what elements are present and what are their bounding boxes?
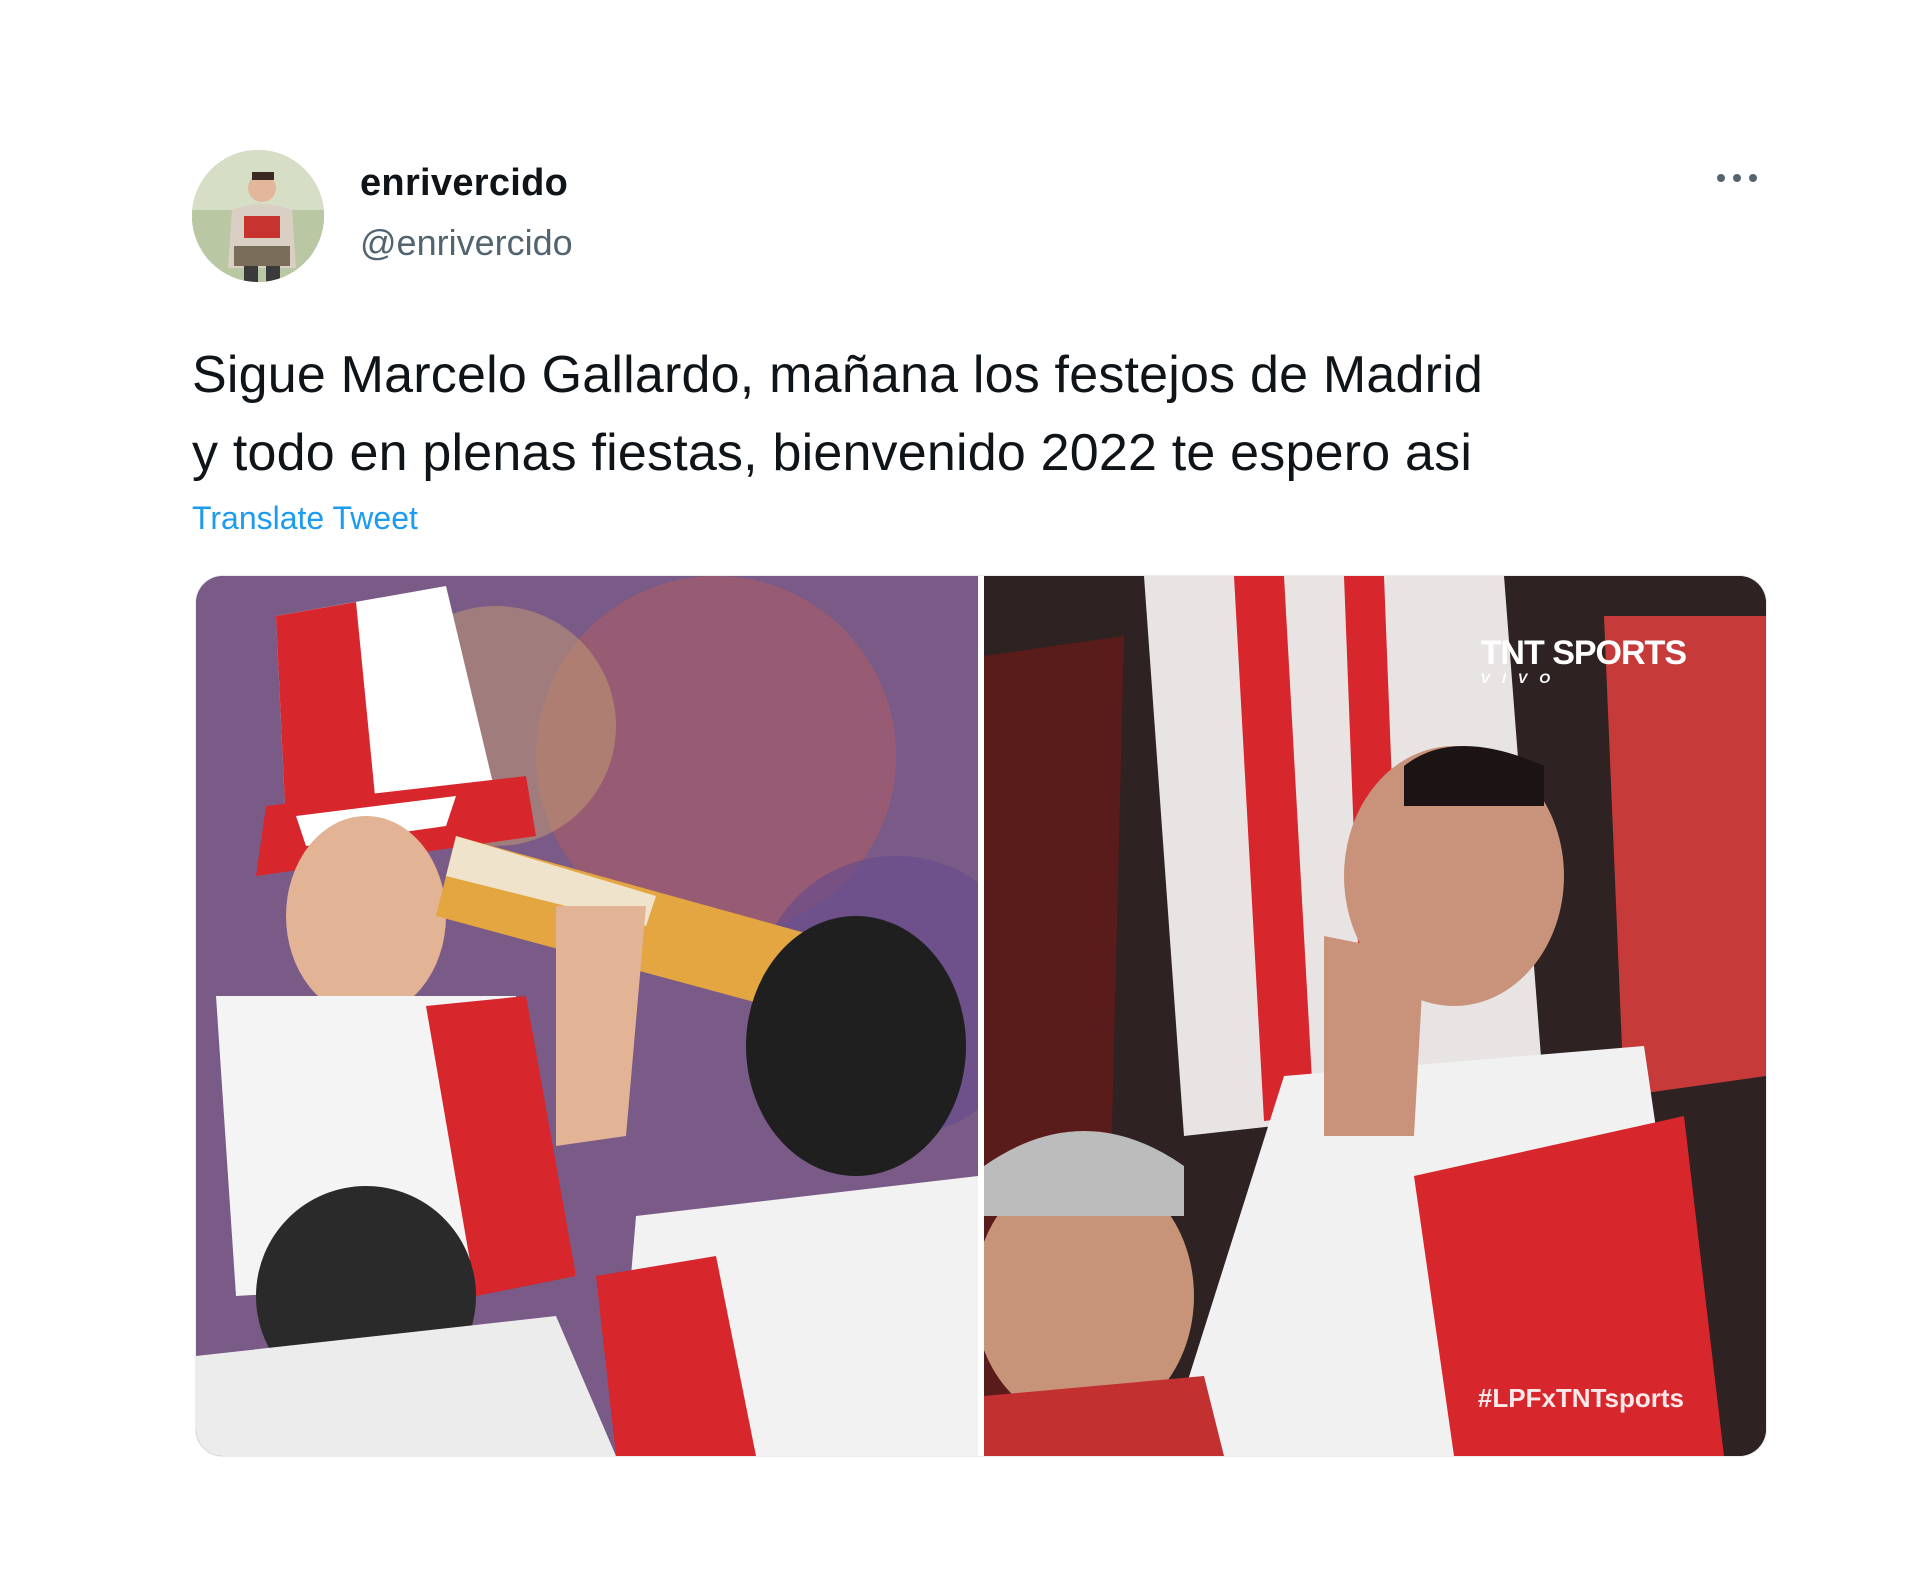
avatar[interactable] [192, 150, 324, 282]
tweet-text: Sigue Marcelo Gallardo, mañana los feste… [192, 336, 1762, 492]
tweet-text-line: Sigue Marcelo Gallardo, mañana los feste… [192, 346, 1484, 404]
tweet-text-line: y todo en plenas fiestas, bienvenido 202… [192, 424, 1473, 482]
broadcast-hashtag: #LPFxTNTsports [1477, 1383, 1684, 1413]
media-grid: TNT SPORTS VIVO #LPFxTNTsports [195, 575, 1767, 1457]
media-image-left[interactable] [196, 576, 978, 1456]
translate-tweet-link[interactable]: Translate Tweet [192, 500, 418, 537]
avatar-image [192, 150, 324, 282]
media-image-right[interactable]: TNT SPORTS VIVO #LPFxTNTsports [984, 576, 1766, 1456]
user-handle[interactable]: @enrivercido [360, 222, 573, 264]
more-horizontal-icon[interactable] [1714, 168, 1760, 188]
tnt-sports-watermark: TNT SPORTS VIVO [1481, 636, 1687, 688]
photo-player-drinking [196, 576, 978, 1456]
tnt-sports-brand: TNT SPORTS [1480, 634, 1687, 672]
photo-fans-celebrating [984, 576, 1766, 1456]
tweet-card: enrivercido @enrivercido Sigue Marcelo G… [0, 0, 1920, 1580]
display-name[interactable]: enrivercido [360, 162, 568, 205]
